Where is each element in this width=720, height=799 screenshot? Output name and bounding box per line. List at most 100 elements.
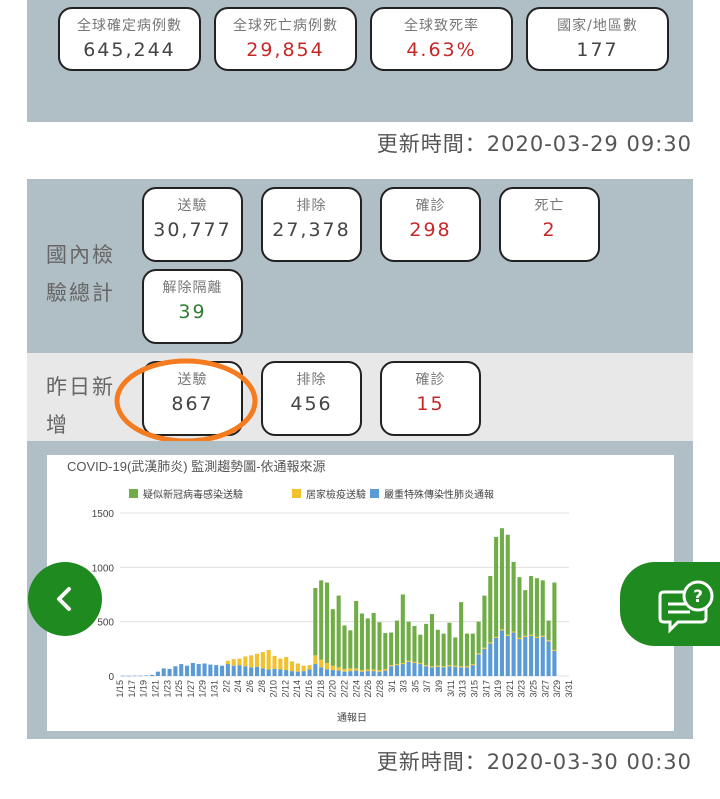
bar-1-60 — [470, 664, 475, 666]
bar-0-66 — [505, 635, 510, 676]
bar-0-7 — [161, 668, 166, 676]
bar-0-21 — [243, 666, 248, 676]
domestic-card-3: 死亡 2 — [499, 187, 600, 262]
x-tick-9: 2/2 — [221, 680, 231, 693]
domestic-card-2: 確診 298 — [380, 187, 481, 262]
bar-0-37 — [336, 670, 341, 676]
x-tick-30: 3/15 — [469, 680, 479, 698]
bar-1-25 — [266, 649, 271, 670]
x-tick-21: 2/26 — [363, 680, 373, 698]
x-tick-15: 2/14 — [292, 680, 302, 698]
x-tick-34: 3/23 — [517, 680, 527, 698]
bar-0-61 — [476, 654, 481, 676]
bar-1-18 — [225, 660, 230, 665]
bar-1-27 — [278, 658, 283, 670]
bar-1-31 — [301, 665, 306, 672]
bar-2-58 — [459, 602, 464, 667]
help-chat-button[interactable]: ? — [620, 562, 720, 646]
bar-1-43 — [371, 669, 376, 672]
y-tick-1: 500 — [97, 618, 114, 629]
bar-0-73 — [546, 641, 551, 676]
bar-0-53 — [429, 667, 435, 676]
legend-swatch-0 — [370, 489, 379, 498]
bar-0-29 — [289, 671, 295, 676]
x-tick-27: 3/9 — [434, 680, 444, 693]
legend-swatch-1 — [292, 489, 301, 498]
domestic-card-4-value: 39 — [178, 301, 207, 323]
bar-0-57 — [453, 666, 458, 676]
global-card-2-value: 4.63% — [406, 39, 477, 61]
yesterday-card-2-label: 確診 — [415, 372, 446, 388]
bar-1-66 — [505, 634, 510, 636]
x-tick-33: 3/21 — [505, 680, 515, 698]
back-button[interactable] — [28, 562, 102, 636]
bar-0-72 — [540, 636, 545, 676]
bar-0-65 — [499, 630, 504, 676]
bar-0-58 — [459, 667, 464, 676]
bar-2-61 — [476, 621, 481, 654]
domestic-card-0-value: 30,777 — [153, 219, 232, 241]
bar-2-45 — [383, 633, 388, 669]
bar-0-16 — [214, 665, 219, 676]
bar-0-33 — [313, 664, 318, 676]
bar-0-63 — [488, 643, 493, 676]
bar-1-65 — [499, 629, 504, 631]
yesterday-card-1-value: 456 — [290, 393, 333, 415]
bar-0-69 — [523, 636, 528, 676]
chat-help-icon: ? — [620, 562, 720, 646]
bar-1-50 — [412, 661, 417, 663]
bar-2-74 — [552, 582, 557, 650]
domestic-card-1: 排除 27,378 — [261, 187, 362, 262]
bar-2-38 — [342, 625, 347, 669]
x-tick-8: 1/31 — [210, 680, 220, 698]
bar-0-42 — [365, 671, 370, 676]
y-tick-2: 1000 — [92, 563, 115, 574]
global-card-2-label: 全球致死率 — [404, 18, 479, 34]
bar-1-35 — [324, 662, 330, 670]
x-tick-36: 3/27 — [540, 680, 550, 698]
bar-1-38 — [342, 668, 347, 672]
x-tick-3: 1/21 — [150, 680, 160, 698]
bar-0-10 — [179, 664, 184, 676]
bar-2-65 — [499, 528, 504, 630]
bar-0-59 — [464, 667, 469, 676]
bar-2-39 — [348, 630, 353, 669]
x-tick-0: 1/15 — [115, 680, 125, 698]
bar-2-72 — [540, 580, 545, 636]
bar-1-19 — [231, 659, 236, 666]
bar-0-54 — [435, 666, 440, 676]
bar-0-1 — [126, 675, 131, 677]
bar-1-21 — [243, 656, 248, 667]
domestic-card-1-label: 排除 — [296, 198, 327, 214]
bar-0-35 — [324, 669, 330, 676]
bar-0-24 — [260, 668, 265, 676]
bar-1-22 — [249, 655, 254, 668]
bar-1-52 — [424, 665, 429, 667]
bar-2-55 — [441, 633, 446, 667]
x-tick-16: 2/16 — [304, 680, 314, 698]
domestic-card-3-label: 死亡 — [534, 198, 565, 214]
bar-1-24 — [260, 652, 265, 669]
x-tick-17: 2/18 — [316, 680, 326, 698]
bar-2-71 — [534, 578, 539, 637]
bar-2-68 — [517, 577, 522, 638]
bar-1-32 — [307, 665, 312, 670]
bar-0-44 — [377, 671, 382, 676]
bar-2-36 — [330, 609, 335, 666]
x-tick-12: 2/8 — [257, 680, 267, 693]
bar-0-5 — [150, 674, 155, 676]
bar-0-38 — [342, 671, 347, 676]
global-card-1: 全球死亡病例數 29,854 — [214, 7, 357, 71]
bar-1-58 — [459, 666, 464, 668]
chevron-left-icon — [57, 587, 71, 611]
svg-text:?: ? — [693, 587, 703, 607]
bar-0-13 — [196, 664, 201, 676]
bar-1-33 — [313, 655, 318, 665]
yesterday-title-line1: 昨日新 — [46, 375, 115, 399]
domestic-card-0-label: 送驗 — [177, 198, 208, 214]
bar-0-0 — [120, 675, 125, 677]
bar-0-56 — [447, 666, 452, 676]
bar-2-50 — [412, 626, 417, 662]
domestic-title-line1: 國內檢 — [46, 243, 115, 267]
bar-0-32 — [307, 669, 312, 676]
